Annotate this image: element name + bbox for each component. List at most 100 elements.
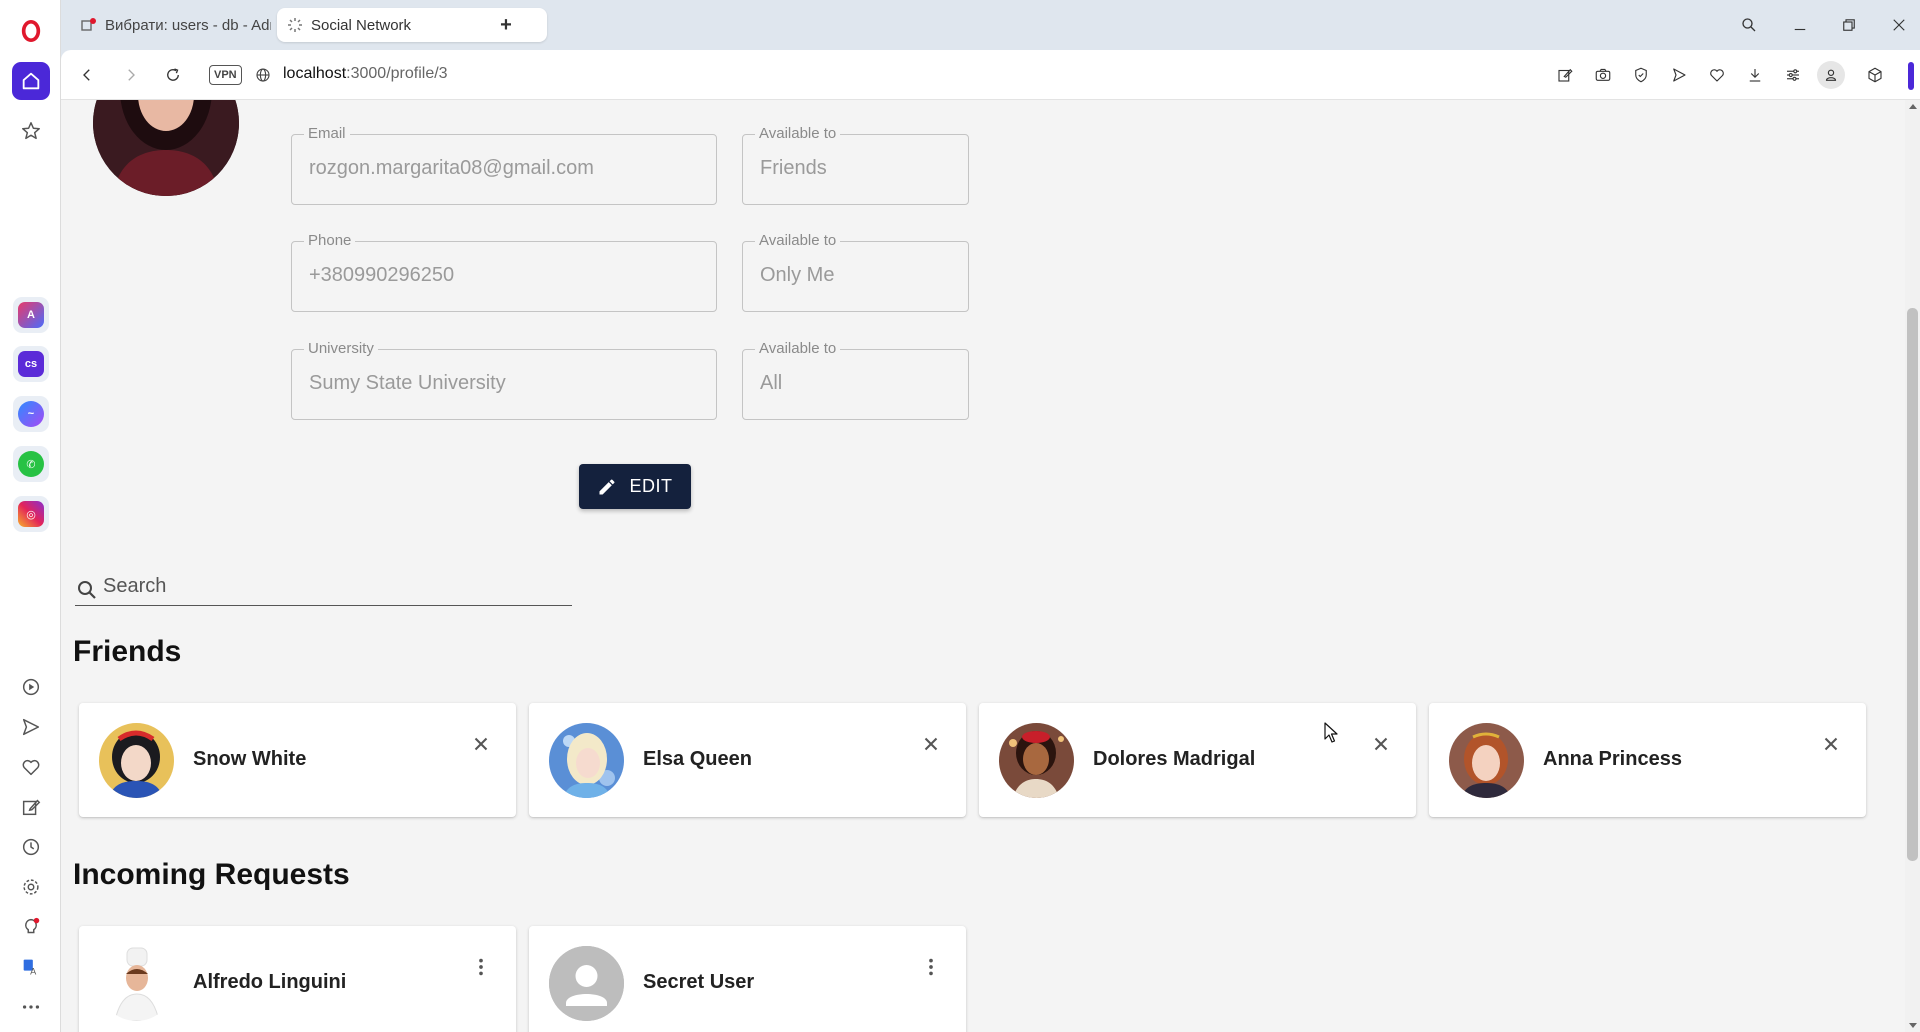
email-label: Email — [304, 125, 350, 142]
search-input[interactable] — [103, 572, 563, 600]
mouse-cursor-icon — [1324, 722, 1340, 744]
instagram-icon[interactable]: ◎ — [13, 496, 49, 532]
heart-icon[interactable] — [12, 748, 50, 786]
remove-friend-close-icon[interactable] — [468, 731, 494, 757]
new-tab-button[interactable]: + — [495, 14, 517, 36]
edit-profile-button[interactable]: EDIT — [579, 464, 691, 509]
scroll-down-arrow-icon[interactable] — [1909, 1023, 1917, 1028]
remove-friend-close-icon[interactable] — [918, 731, 944, 757]
visibility-label: Available to — [755, 340, 841, 357]
edit-button-label: EDIT — [629, 476, 673, 496]
more-options-icon[interactable] — [918, 954, 944, 980]
history-icon[interactable] — [12, 828, 50, 866]
close-window-icon[interactable] — [1886, 12, 1912, 38]
friend-avatar — [99, 723, 174, 798]
url-path: :3000/profile/3 — [346, 65, 448, 82]
friend-name: Dolores Madrigal — [1093, 748, 1256, 770]
more-icon[interactable] — [12, 988, 50, 1026]
flow-send-icon[interactable] — [1667, 63, 1691, 87]
tab-label: Social Network — [311, 16, 412, 34]
extensions-cube-icon[interactable] — [1863, 63, 1887, 87]
remove-friend-close-icon[interactable] — [1818, 731, 1844, 757]
profile-icon[interactable] — [1817, 61, 1845, 89]
pencil-icon — [599, 478, 615, 494]
aria-icon[interactable]: A — [13, 297, 49, 333]
request-name: Alfredo Linguini — [193, 971, 347, 993]
request-card[interactable]: Secret User — [529, 926, 966, 1032]
settings-icon[interactable] — [12, 868, 50, 906]
friends-heading: Friends — [73, 635, 182, 668]
sidebar-toggle-indicator — [1908, 62, 1914, 90]
reload-icon[interactable] — [161, 63, 185, 87]
remove-friend-close-icon[interactable] — [1368, 731, 1394, 757]
page-scrollbar[interactable] — [1905, 100, 1920, 1032]
loading-spinner-icon — [287, 17, 303, 33]
url-host: localhost — [283, 65, 347, 82]
address-field[interactable]: localhost:3000/profile/3 — [283, 65, 448, 83]
scroll-up-arrow-icon[interactable] — [1909, 104, 1917, 109]
email-visibility-select[interactable]: Available to Friends — [742, 125, 969, 205]
request-card[interactable]: Alfredo Linguini — [79, 926, 516, 1032]
phone-field[interactable]: Phone +380990296250 — [291, 232, 717, 312]
request-name: Secret User — [643, 971, 755, 993]
incoming-requests-heading: Incoming Requests — [73, 858, 350, 891]
email-field[interactable]: Email rozgon.margarita08@gmail.com — [291, 125, 717, 205]
visibility-value: Only Me — [760, 264, 835, 286]
send-icon[interactable] — [12, 708, 50, 746]
edit-icon[interactable] — [12, 788, 50, 826]
university-field[interactable]: University Sumy State University — [291, 340, 717, 420]
more-options-icon[interactable] — [468, 954, 494, 980]
camera-icon[interactable] — [1591, 63, 1615, 87]
friend-card[interactable]: Elsa Queen — [529, 703, 966, 817]
vpn-badge[interactable]: VPN — [209, 65, 242, 85]
whatsapp-icon[interactable]: ✆ — [13, 446, 49, 482]
phone-value: +380990296250 — [309, 264, 455, 286]
star-icon[interactable] — [12, 112, 50, 150]
home-icon[interactable] — [12, 62, 50, 100]
restore-icon[interactable] — [1836, 12, 1862, 38]
site-info-icon[interactable] — [251, 63, 275, 87]
friend-name: Snow White — [193, 748, 307, 770]
adminer-favicon-icon — [81, 17, 97, 33]
bookmark-heart-icon[interactable] — [1705, 63, 1729, 87]
opera-logo-icon[interactable] — [12, 12, 50, 50]
tab-adminer[interactable]: Вибрати: users - db - Adminer — [71, 8, 271, 42]
friend-avatar — [1449, 723, 1524, 798]
scrollbar-thumb[interactable] — [1907, 308, 1918, 861]
lightbulb-icon[interactable] — [12, 908, 50, 946]
player-icon[interactable] — [12, 668, 50, 706]
default-user-avatar-icon — [549, 946, 624, 1021]
easy-setup-icon[interactable] — [1781, 63, 1805, 87]
university-label: University — [304, 340, 378, 357]
visibility-label: Available to — [755, 232, 841, 249]
email-value: rozgon.margarita08@gmail.com — [309, 157, 594, 179]
messenger-icon[interactable]: ~ — [13, 396, 49, 432]
tab-search-icon[interactable] — [1736, 12, 1762, 38]
friend-name: Anna Princess — [1543, 748, 1682, 770]
forward-icon[interactable] — [119, 63, 143, 87]
phone-visibility-select[interactable]: Available to Only Me — [742, 232, 969, 312]
profile-avatar — [93, 100, 239, 196]
friend-search — [75, 560, 572, 606]
translate-icon[interactable]: A — [12, 948, 50, 986]
address-toolbar: VPN localhost:3000/profile/3 — [61, 50, 1920, 100]
friend-card[interactable]: Anna Princess — [1429, 703, 1866, 817]
friend-card[interactable]: Snow White — [79, 703, 516, 817]
friend-card[interactable]: Dolores Madrigal — [979, 703, 1416, 817]
minimize-icon[interactable] — [1787, 12, 1813, 38]
download-icon[interactable] — [1743, 63, 1767, 87]
tab-label: Вибрати: users - db - Adminer — [105, 16, 271, 34]
university-visibility-select[interactable]: Available to All — [742, 340, 969, 420]
page-viewport: Email rozgon.margarita08@gmail.com Avail… — [61, 100, 1905, 1032]
university-value: Sumy State University — [309, 372, 506, 394]
snapshot-edit-icon[interactable] — [1553, 63, 1577, 87]
visibility-value: Friends — [760, 157, 827, 179]
chatgpt-icon[interactable]: cs — [13, 346, 49, 382]
adblock-shield-icon[interactable] — [1629, 63, 1653, 87]
visibility-label: Available to — [755, 125, 841, 142]
back-icon[interactable] — [75, 63, 99, 87]
svg-text:A: A — [30, 966, 37, 976]
search-icon — [78, 581, 96, 599]
browser-sidebar: A cs ~ ✆ ◎ A — [0, 0, 61, 1032]
phone-label: Phone — [304, 232, 356, 249]
